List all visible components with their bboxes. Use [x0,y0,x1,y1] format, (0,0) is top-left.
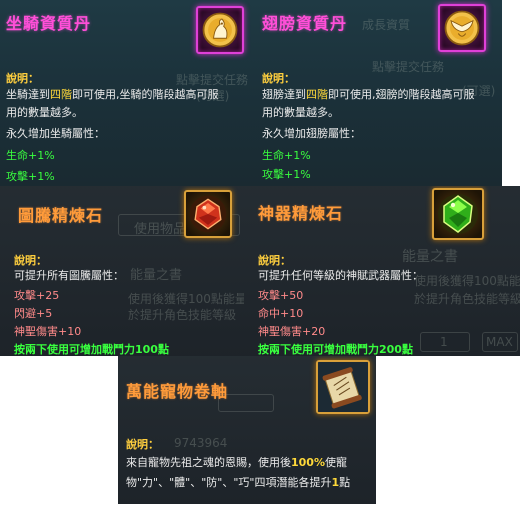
bg-book-line-1: 使用後獲得100點能 [414,274,520,288]
desc-text: 點 [339,476,351,489]
desc-line-2: 用的數量越多。 [262,106,339,119]
desc-label: 說明： [262,72,295,85]
bg-book-line-2: 於提升角色技能等級 [414,292,520,306]
stat-attack: 攻擊+1% [262,168,311,181]
desc-line-1: 可提升任何等級的神賦武器屬性： [258,269,423,282]
stat-hp: 生命+1% [6,149,55,162]
desc-line-1: 翅膀達到四階即可使用,翅膀的階段越高可服 [262,88,475,102]
bg-money-text: 9743964 [174,436,228,450]
desc-text: 即可使用,坐騎的階段越高可服 [72,88,219,101]
bg-book-line-1: 使用後獲得100點能量值 [128,292,244,306]
stat-holy-damage: 神聖傷害+10 [14,325,82,338]
usage-hint: 按兩下使用可增加戰鬥力100點 [14,343,169,356]
desc-highlight: 四階 [50,88,72,101]
weapon-item-tooltip: 能量之書 使用後獲得100點能 於提升角色技能等級 1 MAX 神器精煉石 說明… [244,186,520,356]
stat-accuracy: 命中+10 [258,307,304,320]
pet-scroll-tooltip: 9743964 萬能寵物卷軸 說明： 來自寵物先祖之魂的恩賜，使用後100%使寵… [118,356,376,504]
totem-item-tooltip: 使用物品 能量之書 使用後獲得100點能量值 於提升角色技能等級 圖騰精煉石 說… [0,186,244,356]
pet-scroll-icon [316,360,370,414]
desc-line-2: 物"力"、"體"、"防"、"巧"四項潛能各提升1點 [126,476,350,490]
desc-text: 即可使用,翅膀的階段越高可服 [328,88,475,101]
wing-item-tooltip: 成長資質 點擊提交任務 (可選) 翅膀資質丹 說明： 翅膀達到四階即可使用,翅膀… [258,0,502,186]
green-gem-icon [432,188,484,240]
bg-book-line-2: 於提升角色技能等級 [128,308,237,322]
bg-book-title: 能量之書 [130,268,183,283]
stat-attack: 攻擊+1% [6,170,55,183]
usage-hint: 按兩下使用可增加戰鬥力200點 [258,343,413,356]
attr-label: 永久增加坐騎屬性： [6,127,105,140]
bg-qty-field [420,332,470,352]
stat-attack: 攻擊+25 [14,289,60,302]
stat-holy-damage: 神聖傷害+20 [258,325,326,338]
desc-label: 說明： [14,254,47,267]
bg-task-text: 點擊提交任務 [372,60,445,74]
bg-book-title: 能量之書 [402,249,458,265]
desc-label: 說明： [258,254,291,267]
desc-line-1: 來自寵物先祖之魂的恩賜，使用後100%使寵 [126,456,347,470]
mount-pill-icon [196,6,244,54]
desc-highlight: 1 [331,476,340,489]
desc-line-1: 可提升所有圖騰屬性： [14,269,124,282]
bg-qty-value: 1 [440,335,448,349]
bg-task-text: 點擊提交任務 [176,73,249,87]
desc-text: 使寵 [324,456,347,469]
bg-growth-text: 成長資質 [362,18,411,32]
mount-item-tooltip: 點擊提交任務 (可選) 坐騎資質丹 說明： 坐騎達到四階即可使用,坐騎的階段越高… [0,0,258,186]
item-title: 神器精煉石 [258,204,344,223]
desc-text: 翅膀達到 [262,88,306,101]
desc-text: 坐騎達到 [6,88,50,101]
bg-tab-text: 使用物品 [134,222,187,237]
item-title: 萬能寵物卷軸 [126,382,229,401]
bg-max-label: MAX [486,335,513,349]
red-gem-icon [184,190,232,238]
desc-highlight: 100% [291,456,325,469]
desc-text: 來自寵物先祖之魂的恩賜，使用後 [126,456,291,469]
item-title: 圖騰精煉石 [18,206,104,225]
desc-highlight: 四階 [306,88,328,101]
item-title: 翅膀資質丹 [262,14,348,33]
desc-label: 說明： [126,438,159,451]
desc-text: 物"力"、"體"、"防"、"巧"四項潛能各提升 [126,476,332,489]
desc-label: 說明： [6,72,39,85]
stat-hp: 生命+1% [262,149,311,162]
bg-max-button [482,332,518,352]
wing-pill-icon [438,4,486,52]
desc-line-2: 用的數量越多。 [6,106,83,119]
stat-dodge: 閃避+5 [14,307,53,320]
desc-line-1: 坐騎達到四階即可使用,坐騎的階段越高可服 [6,88,219,102]
item-title: 坐騎資質丹 [6,14,92,33]
attr-label: 永久增加翅膀屬性： [262,127,361,140]
stat-attack: 攻擊+50 [258,289,304,302]
